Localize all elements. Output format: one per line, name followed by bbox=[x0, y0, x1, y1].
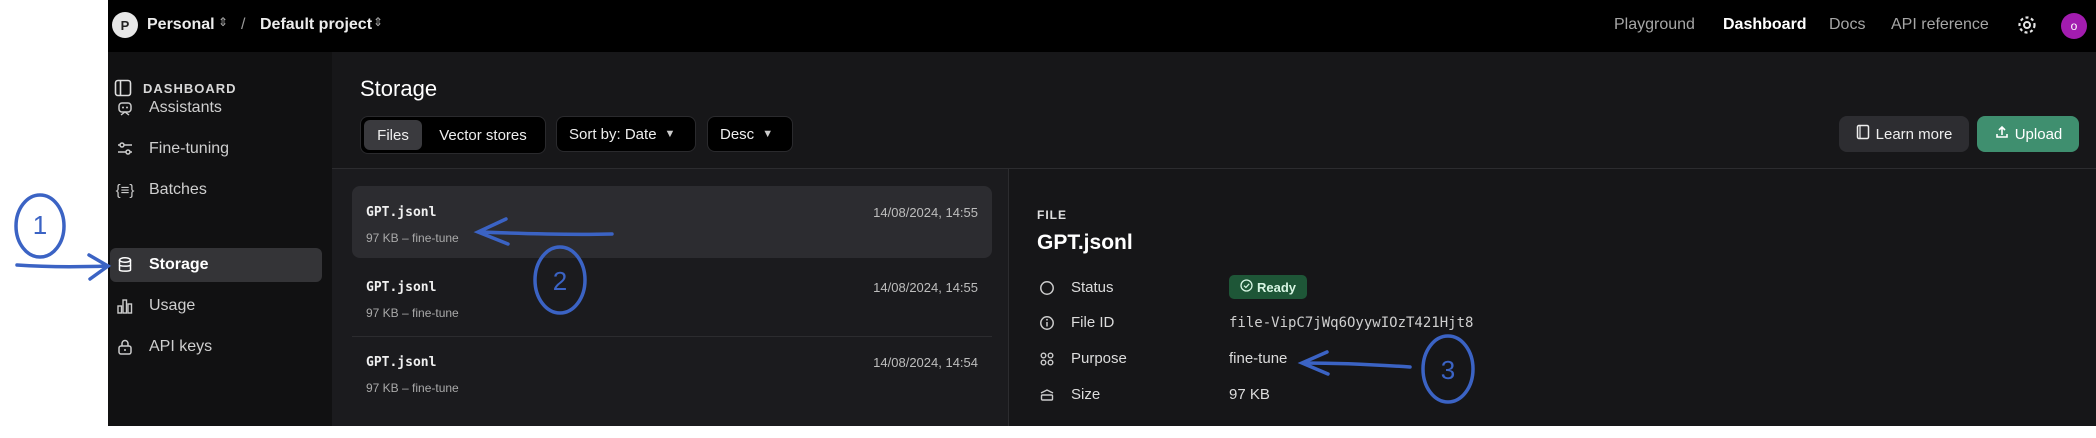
purpose-value: fine-tune bbox=[1229, 350, 1288, 367]
user-avatar[interactable]: o bbox=[2061, 13, 2087, 39]
database-icon bbox=[114, 254, 136, 276]
file-date: 14/08/2024, 14:55 bbox=[873, 280, 978, 295]
arrow-1 bbox=[15, 263, 110, 269]
nav-docs[interactable]: Docs bbox=[1829, 16, 1865, 34]
chevron-down-icon: ▼ bbox=[664, 128, 676, 140]
arrow-head-1 bbox=[87, 253, 112, 281]
file-name: GPT.jsonl bbox=[366, 355, 437, 370]
detail-title: GPT.jsonl bbox=[1037, 231, 1133, 254]
sidebar-item-label: API keys bbox=[149, 338, 213, 355]
tab-vector-stores[interactable]: Vector stores bbox=[425, 120, 541, 150]
app-window: P Personal ⇕ / Default project ⇕ Playgro… bbox=[108, 0, 2096, 426]
file-meta: 97 KB – fine-tune bbox=[366, 381, 459, 395]
gear-icon[interactable] bbox=[2015, 13, 2039, 42]
size-value: 97 KB bbox=[1229, 386, 1270, 403]
sidebar-item-batches[interactable]: {≡} Batches bbox=[110, 173, 322, 207]
sidebar-item-label: Fine-tuning bbox=[149, 140, 230, 157]
upload-icon bbox=[1994, 124, 2010, 144]
bar-chart-icon bbox=[114, 295, 136, 317]
sidebar-item-storage[interactable]: Storage bbox=[110, 248, 322, 282]
sidebar-item-usage[interactable]: Usage bbox=[110, 289, 322, 323]
file-name: GPT.jsonl bbox=[366, 280, 437, 295]
file-id-label: File ID bbox=[1071, 314, 1115, 331]
nav-dashboard[interactable]: Dashboard bbox=[1723, 16, 1807, 34]
learn-more-label: Learn more bbox=[1875, 125, 1953, 143]
workspace-switch-icon[interactable]: ⇕ bbox=[218, 15, 228, 29]
annotation-1: 1 bbox=[14, 193, 112, 281]
sidebar-item-label: Assistants bbox=[149, 99, 222, 116]
sidebar-item-api-keys[interactable]: API keys bbox=[110, 330, 322, 364]
sliders-icon bbox=[114, 138, 136, 160]
file-date: 14/08/2024, 14:54 bbox=[873, 355, 978, 370]
purpose-label: Purpose bbox=[1071, 350, 1127, 367]
file-name: GPT.jsonl bbox=[366, 205, 437, 220]
file-row[interactable]: GPT.jsonl 97 KB – fine-tune 14/08/2024, … bbox=[352, 186, 992, 258]
file-row[interactable]: GPT.jsonl 97 KB – fine-tune 14/08/2024, … bbox=[352, 261, 992, 333]
file-detail-panel: FILE GPT.jsonl Status Ready File ID file… bbox=[1009, 169, 2096, 426]
order-label: Desc bbox=[720, 125, 755, 143]
grid-icon bbox=[1039, 351, 1055, 367]
file-date: 14/08/2024, 14:55 bbox=[873, 205, 978, 220]
sidebar-item-label: Usage bbox=[149, 297, 196, 314]
annotation-number-1: 1 bbox=[33, 210, 47, 240]
breadcrumb-separator: / bbox=[241, 16, 246, 33]
storage-header: Storage Files Vector stores Sort by: Dat… bbox=[332, 52, 2096, 169]
workspace-name[interactable]: Personal bbox=[147, 16, 215, 34]
file-list: GPT.jsonl 97 KB – fine-tune 14/08/2024, … bbox=[332, 169, 1009, 426]
sort-label: Sort by: Date bbox=[569, 125, 657, 143]
file-id-value[interactable]: file-VipC7jWq6OyywIOzT421Hjt8 bbox=[1229, 315, 1473, 331]
storage-drive-icon bbox=[1039, 387, 1055, 403]
project-name[interactable]: Default project bbox=[260, 16, 372, 34]
upload-button[interactable]: Upload bbox=[1977, 116, 2079, 152]
file-row[interactable]: GPT.jsonl 97 KB – fine-tune 14/08/2024, … bbox=[352, 336, 992, 408]
nav-api-reference[interactable]: API reference bbox=[1891, 16, 1989, 34]
workspace-avatar[interactable]: P bbox=[112, 12, 138, 38]
status-value: Ready bbox=[1256, 279, 1297, 295]
robot-icon bbox=[114, 97, 136, 119]
nav-playground[interactable]: Playground bbox=[1614, 16, 1695, 34]
tab-switcher: Files Vector stores bbox=[360, 116, 546, 154]
braces-list-icon: {≡} bbox=[115, 181, 135, 199]
status-circle-icon bbox=[1039, 280, 1055, 296]
page-title: Storage bbox=[360, 76, 438, 101]
info-icon bbox=[1039, 315, 1055, 331]
order-dropdown[interactable]: Desc ▼ bbox=[707, 116, 793, 152]
file-meta: 97 KB – fine-tune bbox=[366, 306, 459, 320]
top-bar: P Personal ⇕ / Default project ⇕ Playgro… bbox=[108, 0, 2096, 52]
sidebar-item-assistants[interactable]: Assistants bbox=[110, 91, 322, 125]
status-label: Status bbox=[1071, 279, 1114, 296]
sidebar-item-label: Storage bbox=[149, 256, 209, 273]
chevron-down-icon: ▼ bbox=[762, 128, 774, 140]
sidebar: DASHBOARD Assistants Fine-tuning {≡} Bat… bbox=[108, 52, 332, 426]
size-label: Size bbox=[1071, 386, 1101, 403]
main-content: Storage Files Vector stores Sort by: Dat… bbox=[332, 52, 2096, 426]
check-circle-icon bbox=[1240, 279, 1253, 295]
status-badge: Ready bbox=[1229, 275, 1307, 299]
project-switch-icon[interactable]: ⇕ bbox=[373, 15, 383, 29]
upload-label: Upload bbox=[2014, 125, 2063, 143]
lock-icon bbox=[114, 336, 136, 358]
detail-section-label: FILE bbox=[1037, 208, 1067, 222]
tab-files[interactable]: Files bbox=[364, 120, 422, 150]
sidebar-item-fine-tuning[interactable]: Fine-tuning bbox=[110, 132, 322, 166]
sidebar-item-label: Batches bbox=[149, 181, 207, 198]
learn-more-button[interactable]: Learn more bbox=[1839, 116, 1969, 152]
book-icon bbox=[1856, 124, 1870, 144]
sort-dropdown[interactable]: Sort by: Date ▼ bbox=[556, 116, 696, 152]
file-meta: 97 KB – fine-tune bbox=[366, 231, 459, 245]
